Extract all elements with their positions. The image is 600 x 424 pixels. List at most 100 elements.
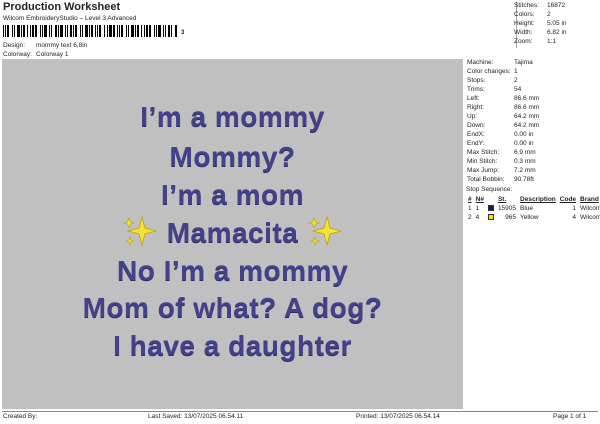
colorway-info: Colorway: Colorway 1 — [3, 51, 69, 58]
barcode-bar — [73, 25, 74, 37]
header-description: Description — [520, 196, 556, 203]
stat-colors: Colors: 2 — [514, 11, 551, 18]
down-row: Down: 64.2 mm — [467, 122, 539, 129]
barcode-bar — [67, 25, 68, 37]
barcode-bar — [58, 25, 59, 37]
trims-value: 54 — [514, 86, 522, 93]
barcode-bar — [60, 25, 63, 37]
down-value: 64.2 mm — [514, 122, 540, 129]
barcode-bar — [158, 25, 161, 37]
barcode-bar — [126, 25, 127, 37]
design-label: Design: — [3, 42, 26, 49]
barcode-bar — [7, 25, 9, 37]
barcode-bar — [44, 25, 47, 37]
min-stitch-row: Min Stitch: 0.3 mm — [467, 158, 536, 165]
endy-value: 0.00 in — [514, 140, 534, 147]
barcode-bar — [95, 25, 96, 37]
row-brand: Wilcom — [580, 205, 600, 212]
header-code: Code — [559, 196, 577, 203]
down-label: Down: — [467, 122, 486, 129]
right-value: 86.6 mm — [514, 104, 540, 111]
footer-created-by: Created By: — [3, 413, 38, 420]
row-swatch — [486, 213, 496, 222]
row-code: 4 — [572, 214, 577, 221]
barcode-bar — [131, 25, 134, 37]
color-changes-label: Color changes: — [467, 68, 511, 75]
max-jump-value: 7.2 mm — [514, 167, 536, 174]
row-n: 4 — [475, 214, 480, 221]
barcode-bar — [82, 25, 83, 37]
up-row: Up: 64.2 mm — [467, 113, 539, 120]
endx-value: 0.00 in — [514, 131, 534, 138]
barcode-bar — [30, 25, 31, 37]
barcode-bar — [171, 25, 172, 37]
barcode-bar — [55, 25, 57, 37]
barcode-bar — [23, 25, 25, 37]
barcode-bar — [91, 25, 93, 37]
stat-zoom: Zoom: 1:1 — [514, 38, 556, 45]
row-code: 1 — [572, 205, 577, 212]
max-jump-row: Max Jump: 7.2 mm — [467, 167, 536, 174]
left-row: Left: 86.6 mm — [467, 95, 539, 102]
row-num: 1 — [468, 205, 472, 212]
max-stitch-row: Max Stitch: 6.9 mm — [467, 149, 536, 156]
table-row: 2 4 965 Yellow 4 Wilcom — [466, 213, 600, 222]
barcode-bar — [99, 25, 101, 37]
header-st: St. — [497, 196, 507, 203]
design-line-3: I’m a mom — [161, 179, 304, 210]
barcode-bar — [17, 25, 20, 37]
stop-sequence-header: # N# St. Description Code Brand — [466, 195, 600, 204]
barcode-bar — [32, 25, 34, 37]
barcode-bar — [12, 25, 13, 37]
design-line-7: I have a daughter — [113, 330, 352, 361]
width-value: 6.82 in — [547, 29, 567, 36]
barcode-bar — [165, 25, 166, 37]
row-st: 15905 — [497, 205, 517, 212]
barcode-bar — [107, 25, 108, 37]
color-changes-row: Color changes: 1 — [467, 68, 518, 75]
machine-value: Tajima — [514, 59, 533, 66]
row-desc: Blue — [520, 205, 534, 212]
barcode-bar — [75, 25, 77, 37]
row-st: 965 — [505, 214, 517, 221]
worksheet-title: Production Worksheet — [3, 1, 121, 13]
header-num: # — [468, 196, 472, 203]
barcode-bar — [163, 25, 164, 37]
stops-label: Stops: — [467, 77, 486, 84]
barcode-bar — [141, 25, 142, 37]
header-n: N# — [475, 196, 484, 203]
design-info: Design: mommy text 6,8in — [3, 42, 87, 49]
barcode-bar — [27, 25, 28, 37]
zoom-label: Zoom: — [514, 38, 533, 45]
right-label: Right: — [467, 104, 484, 111]
table-row: 1 1 15905 Blue 1 Wilcom — [466, 204, 600, 213]
total-bobbin-row: Total Bobbin: 90.78ft — [467, 176, 534, 183]
width-label: Width: — [514, 29, 533, 36]
up-label: Up: — [467, 113, 478, 120]
max-jump-label: Max Jump: — [467, 167, 499, 174]
barcode-bar — [137, 25, 139, 37]
color-swatch — [487, 205, 494, 212]
barcode-bar — [3, 25, 4, 37]
left-value: 86.6 mm — [514, 95, 540, 102]
footer-page: Page 1 of 1 — [553, 413, 587, 420]
barcode-bar — [119, 25, 120, 37]
barcode-bar — [149, 25, 151, 37]
header-swatch — [486, 195, 496, 204]
barcode-bar — [144, 25, 145, 37]
color-swatch — [487, 214, 494, 221]
stop-sequence-table: # N# St. Description Code Brand 1 1 1590… — [466, 195, 600, 222]
stops-row: Stops: 2 — [467, 77, 518, 84]
barcode-bar — [89, 25, 90, 37]
trims-label: Trims: — [467, 86, 485, 93]
barcode-bar — [51, 25, 52, 37]
design-line-6: Mom of what? A dog? — [82, 292, 383, 323]
design-line-4-row: Mamacita — [2, 215, 463, 254]
design-line-1: I’m a mommy — [140, 101, 325, 132]
barcode-bar — [49, 25, 50, 37]
barcode-bar — [70, 25, 72, 37]
barcode-bar — [42, 25, 43, 37]
design-line-4: Mamacita — [166, 216, 299, 248]
colorway-value: Colorway 1 — [36, 51, 69, 58]
total-bobbin-label: Total Bobbin: — [467, 176, 505, 183]
